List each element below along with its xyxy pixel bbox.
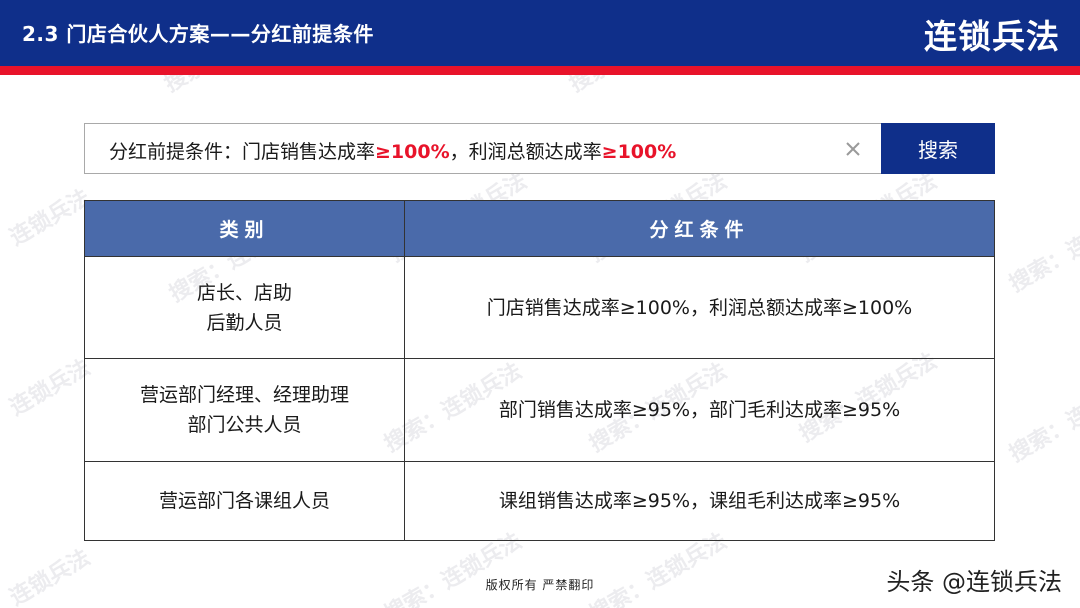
table-cell-condition: 部门销售达成率≥95%，部门毛利达成率≥95% bbox=[404, 358, 995, 462]
category-line: 营运部门经理、经理助理 bbox=[139, 384, 349, 406]
search-query-middle: ，利润总额达成率 bbox=[449, 141, 602, 163]
table-header-condition: 分红条件 bbox=[404, 200, 995, 257]
table-row: 营运部门各课组人员 课组销售达成率≥95%，课组毛利达成率≥95% bbox=[84, 461, 995, 541]
close-icon[interactable] bbox=[843, 139, 863, 159]
search-button[interactable]: 搜索 bbox=[881, 123, 995, 174]
search-query-highlight: ≥100% bbox=[375, 141, 450, 163]
slide: 搜索：连锁兵法 搜索：连锁兵法 连锁兵法 搜索：连锁兵法 搜索：连锁兵法 搜索：… bbox=[0, 0, 1080, 608]
table-row: 店长、店助 后勤人员 门店销售达成率≥100%，利润总额达成率≥100% bbox=[84, 256, 995, 359]
header-bar: 2.3 门店合伙人方案——分红前提条件 连锁兵法 bbox=[0, 0, 1080, 66]
conditions-table: 类别 分红条件 店长、店助 后勤人员 门店销售达成率≥100%，利润总额达成率≥… bbox=[84, 200, 995, 541]
search-query-text: 分红前提条件：门店销售达成率≥100%，利润总额达成率≥100% bbox=[109, 137, 676, 164]
watermark: 连锁兵法 bbox=[5, 185, 95, 251]
table-cell-category: 营运部门各课组人员 bbox=[84, 461, 405, 541]
category-line: 营运部门各课组人员 bbox=[158, 490, 330, 512]
table-cell-category: 店长、店助 后勤人员 bbox=[84, 256, 405, 359]
category-line: 后勤人员 bbox=[206, 311, 283, 334]
category-line: 部门公共人员 bbox=[187, 414, 302, 436]
watermark: 搜索：连锁兵法 bbox=[1005, 198, 1080, 298]
toutiao-watermark: 头条 @连锁兵法 bbox=[886, 568, 1062, 596]
table-header-category: 类别 bbox=[84, 200, 405, 257]
header-accent-stripe bbox=[0, 66, 1080, 75]
category-line: 店长、店助 bbox=[196, 281, 292, 304]
table-cell-condition: 课组销售达成率≥95%，课组毛利达成率≥95% bbox=[404, 461, 995, 541]
watermark: 搜索：连锁兵法 bbox=[1005, 368, 1080, 468]
brand-logo-text: 连锁兵法 bbox=[924, 17, 1060, 56]
table-row: 营运部门经理、经理助理 部门公共人员 部门销售达成率≥95%，部门毛利达成率≥9… bbox=[84, 358, 995, 462]
table-cell-category: 营运部门经理、经理助理 部门公共人员 bbox=[84, 358, 405, 462]
search-query-highlight: ≥100% bbox=[601, 141, 677, 163]
search-query-prefix: 分红前提条件：门店销售达成率 bbox=[109, 141, 376, 163]
search-input[interactable]: 分红前提条件：门店销售达成率≥100%，利润总额达成率≥100% bbox=[84, 123, 882, 174]
page-title: 2.3 门店合伙人方案——分红前提条件 bbox=[22, 22, 374, 46]
watermark: 连锁兵法 bbox=[5, 545, 95, 608]
watermark: 连锁兵法 bbox=[5, 355, 95, 421]
table-cell-condition: 门店销售达成率≥100%，利润总额达成率≥100% bbox=[404, 256, 995, 359]
